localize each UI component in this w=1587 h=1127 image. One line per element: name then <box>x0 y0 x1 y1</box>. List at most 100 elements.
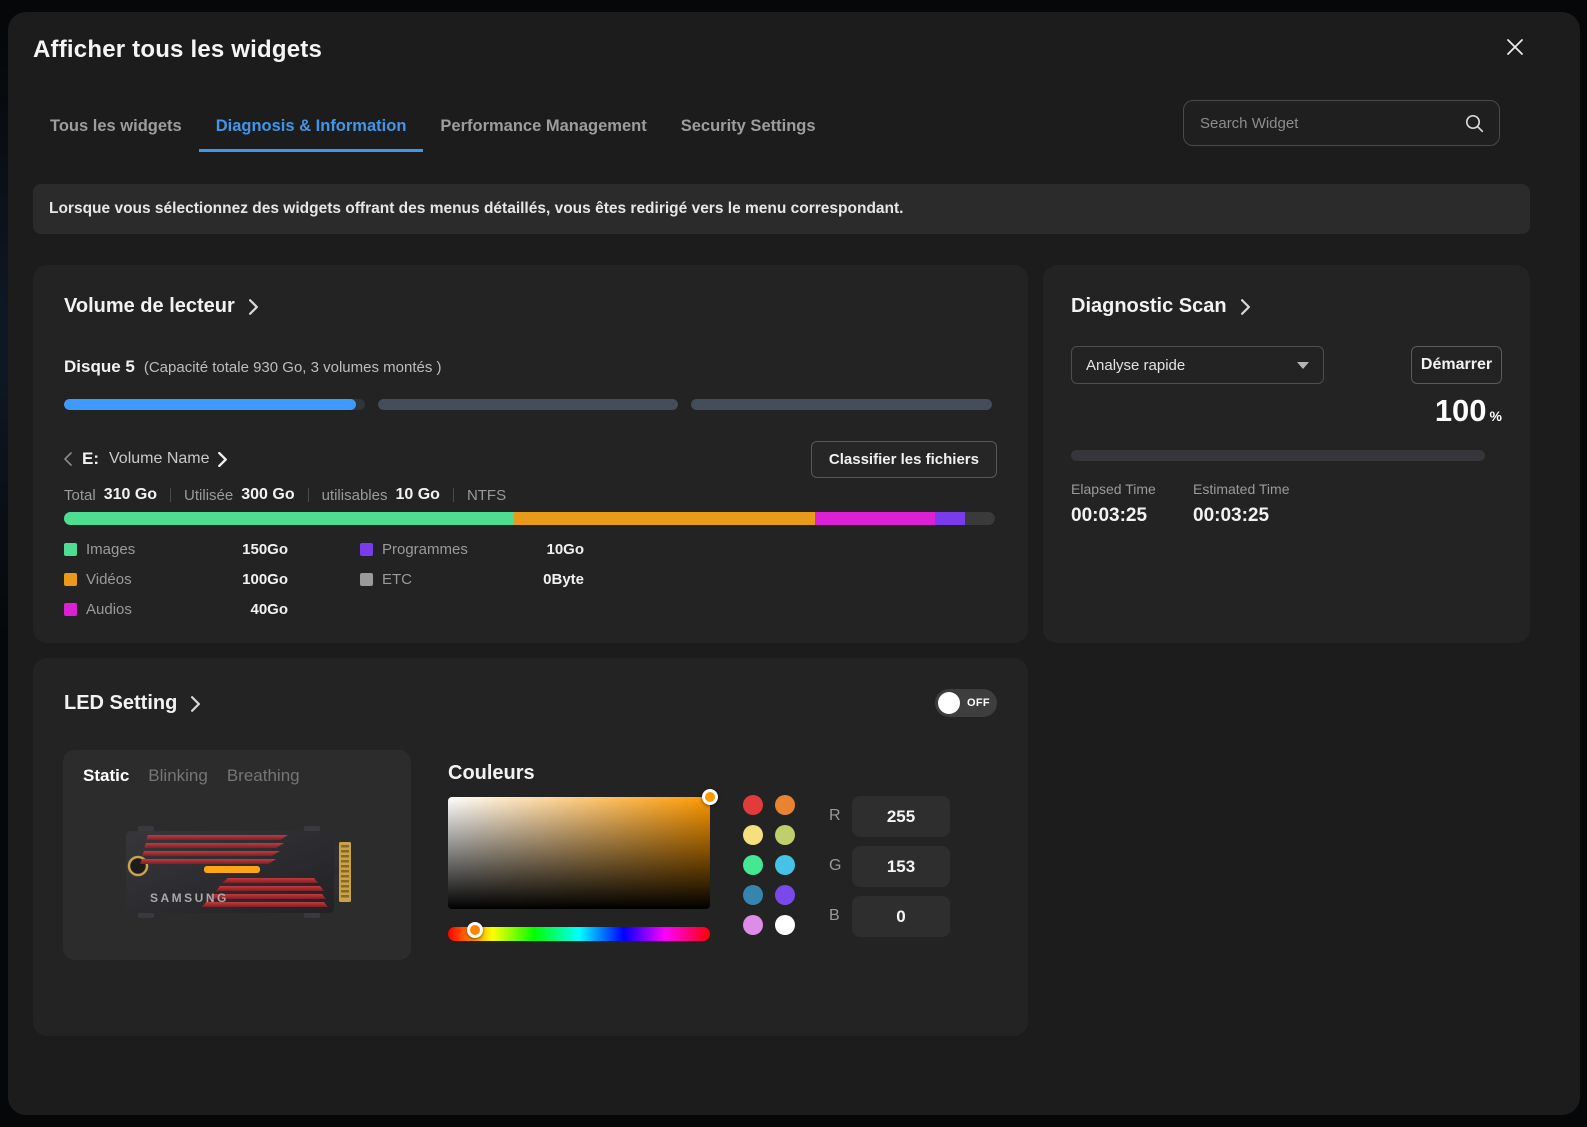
legend-swatch <box>360 573 373 586</box>
green-value-field[interactable]: 153 <box>852 846 950 887</box>
disk-segment-fill <box>691 399 992 410</box>
volume-stats-row: Total 310 Go Utilisée 300 Go utilisables… <box>64 486 514 504</box>
mode-tab-static[interactable]: Static <box>83 766 129 786</box>
ssd-brand-text: SAMSUNG <box>150 891 229 905</box>
stat-separator <box>170 488 171 502</box>
disk-segment-fill <box>378 399 679 410</box>
color-picker-thumb[interactable] <box>702 789 718 805</box>
hue-slider-thumb[interactable] <box>467 922 483 938</box>
led-mode-panel: Static Blinking Breathing <box>63 750 411 960</box>
color-swatch[interactable] <box>743 885 763 905</box>
color-swatch[interactable] <box>775 915 795 935</box>
red-value-field[interactable]: 255 <box>852 796 950 837</box>
search-input[interactable] <box>1200 115 1464 132</box>
close-button[interactable] <box>1500 32 1530 62</box>
legend-item: ETC 0Byte <box>360 571 584 588</box>
legend-value: 100Go <box>242 571 288 588</box>
color-swatch[interactable] <box>775 825 795 845</box>
usage-legend: Images150GoVidéos100GoAudios40GoProgramm… <box>64 534 656 624</box>
stat-value: 300 Go <box>241 486 294 504</box>
stat-label: Utilisée <box>184 487 233 504</box>
mode-tab-breathing[interactable]: Breathing <box>227 766 300 786</box>
scan-type-dropdown[interactable]: Analyse rapide <box>1071 346 1324 384</box>
elapsed-time-label: Elapsed Time <box>1071 481 1156 497</box>
hue-slider[interactable] <box>448 927 710 941</box>
search-icon[interactable] <box>1464 113 1485 134</box>
colors-title: Couleurs <box>448 762 535 785</box>
color-swatch[interactable] <box>743 795 763 815</box>
chevron-right-icon[interactable] <box>218 452 227 467</box>
chevron-right-icon <box>1241 299 1250 315</box>
led-card-header[interactable]: LED Setting <box>64 692 200 715</box>
usage-segment <box>815 512 935 525</box>
tab-security-settings[interactable]: Security Settings <box>664 104 833 152</box>
tab-tous-les-widgets[interactable]: Tous les widgets <box>33 104 199 152</box>
volume-card-title: Volume de lecteur <box>64 295 235 318</box>
estimated-time-label: Estimated Time <box>1193 481 1289 497</box>
blue-label: B <box>829 907 840 925</box>
legend-name: Programmes <box>382 541 468 558</box>
legend-value: 0Byte <box>543 571 584 588</box>
info-banner-text: Lorsque vous sélectionnez des widgets of… <box>49 200 903 218</box>
volume-card-header[interactable]: Volume de lecteur <box>64 295 258 318</box>
legend-swatch <box>64 573 77 586</box>
color-swatch[interactable] <box>775 885 795 905</box>
progress-value: 100 <box>1435 393 1487 429</box>
usage-segment <box>64 512 514 525</box>
diagnostic-card-title: Diagnostic Scan <box>1071 295 1227 318</box>
disk-segment[interactable] <box>691 399 992 410</box>
legend-item: Programmes 10Go <box>360 541 584 558</box>
search-widget-box <box>1183 100 1500 146</box>
widgets-modal: Afficher tous les widgets Tous les widge… <box>8 12 1580 1115</box>
color-swatch[interactable] <box>775 855 795 875</box>
usage-segment <box>514 512 814 525</box>
led-card-title: LED Setting <box>64 692 177 715</box>
legend-value: 150Go <box>242 541 288 558</box>
saturation-value-picker[interactable] <box>448 797 710 909</box>
color-swatch[interactable] <box>775 795 795 815</box>
legend-value: 10Go <box>546 541 584 558</box>
swatch-grid <box>743 795 795 935</box>
disk-info-row: Disque 5 (Capacité totale 930 Go, 3 volu… <box>64 357 442 377</box>
tab-diagnosis-information[interactable]: Diagnosis & Information <box>199 104 424 152</box>
tab-bar: Tous les widgets Diagnosis & Information… <box>33 104 833 152</box>
mode-tab-blinking[interactable]: Blinking <box>148 766 208 786</box>
color-swatch[interactable] <box>743 915 763 935</box>
legend-value: 40Go <box>250 601 288 618</box>
tab-performance-management[interactable]: Performance Management <box>423 104 663 152</box>
stat-label: Total <box>64 487 96 504</box>
page-title: Afficher tous les widgets <box>33 36 322 64</box>
progress-percent-sign: % <box>1490 408 1502 424</box>
blue-value-field[interactable]: 0 <box>852 896 950 937</box>
classify-files-button[interactable]: Classifier les fichiers <box>811 441 997 478</box>
legend-name: Audios <box>86 601 132 618</box>
toggle-state-label: OFF <box>967 697 990 709</box>
legend-name: ETC <box>382 571 412 588</box>
color-swatch[interactable] <box>743 855 763 875</box>
info-banner: Lorsque vous sélectionnez des widgets of… <box>33 184 1530 234</box>
close-icon <box>1505 37 1525 57</box>
green-label: G <box>829 857 841 875</box>
stat-label: utilisables <box>322 487 388 504</box>
stat-value: 10 Go <box>395 486 439 504</box>
stat-separator <box>308 488 309 502</box>
scan-type-value: Analyse rapide <box>1086 357 1185 374</box>
legend-name: Images <box>86 541 135 558</box>
start-scan-button[interactable]: Démarrer <box>1411 346 1502 384</box>
disk-segment[interactable] <box>64 399 365 410</box>
led-toggle[interactable]: OFF <box>935 689 997 717</box>
disk-name: Disque 5 <box>64 357 135 377</box>
estimated-time-value: 00:03:25 <box>1193 505 1269 527</box>
volume-letter: E: <box>82 449 99 469</box>
toggle-knob <box>938 692 960 714</box>
color-swatch[interactable] <box>743 825 763 845</box>
legend-swatch <box>64 603 77 616</box>
elapsed-time-value: 00:03:25 <box>1071 505 1147 527</box>
disk-segments[interactable] <box>64 399 992 410</box>
chevron-left-icon[interactable] <box>64 452 72 466</box>
stat-value: 310 Go <box>104 486 157 504</box>
disk-segment[interactable] <box>378 399 679 410</box>
diagnostic-card-header[interactable]: Diagnostic Scan <box>1071 295 1250 318</box>
legend-item: Audios 40Go <box>64 601 288 618</box>
volume-nav-row: E: Volume Name Classifier les fichiers <box>64 441 997 477</box>
